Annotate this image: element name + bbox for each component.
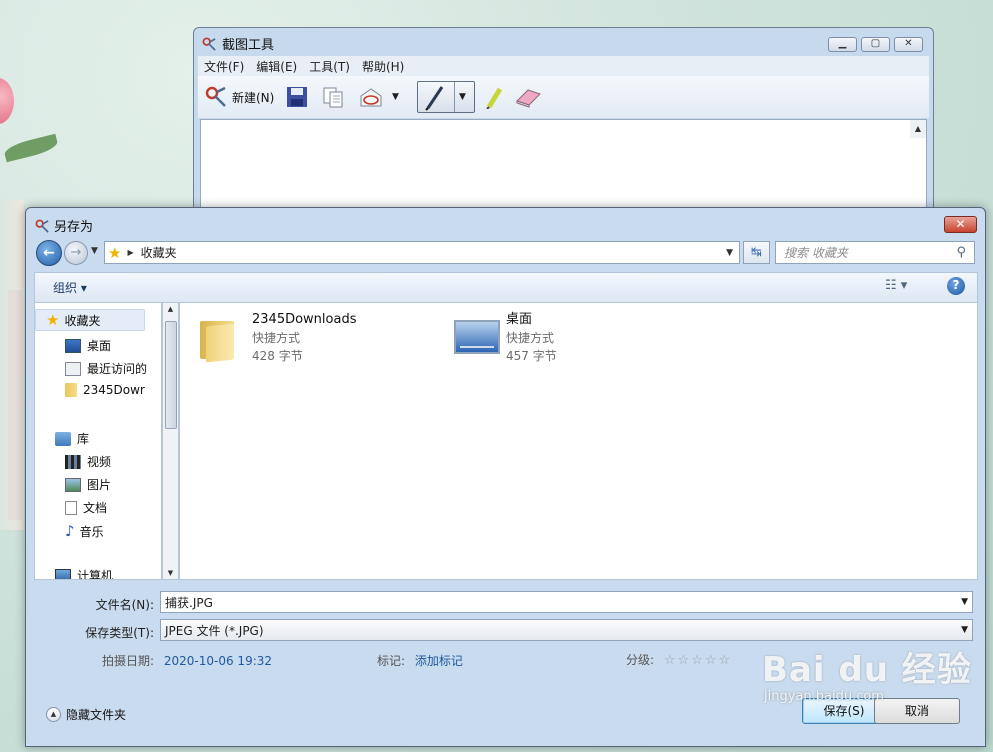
recent-places-icon <box>65 361 81 376</box>
menu-tools[interactable]: 工具(T) <box>303 56 356 77</box>
scroll-up-arrow[interactable]: ▲ <box>910 120 926 138</box>
dialog-title: 另存为 <box>35 216 93 235</box>
pen-button[interactable]: ▼ <box>417 81 475 113</box>
scissors-icon <box>202 37 216 51</box>
recent-locations-dropdown[interactable]: ▼ <box>91 246 98 256</box>
breadcrumb-arrow-icon[interactable]: ▶ <box>127 248 133 257</box>
nav-scrollbar[interactable]: ▲ ▼ <box>162 302 179 580</box>
nav-desktop[interactable]: 桌面 <box>65 337 111 354</box>
highlighter-button[interactable] <box>484 84 506 110</box>
close-button[interactable]: ✕ <box>894 37 923 52</box>
video-icon <box>65 454 81 469</box>
organize-button[interactable]: 组织 ▾ <box>53 279 87 296</box>
tags: 标记: 添加标记 <box>377 654 463 668</box>
nav-recent[interactable]: 最近访问的 <box>65 360 147 377</box>
snipping-menubar: 文件(F) 编辑(E) 工具(T) 帮助(H) <box>198 56 929 76</box>
document-icon <box>65 500 77 515</box>
file-item-desktop[interactable]: 桌面 快捷方式 457 字节 <box>454 311 557 365</box>
new-snip-button[interactable]: 新建(N) <box>204 84 274 110</box>
baidu-watermark: Bai du 经验 jingyan.baidu.com <box>762 642 972 704</box>
menu-edit[interactable]: 编辑(E) <box>250 56 303 77</box>
copy-icon <box>323 87 343 108</box>
send-snip-button[interactable]: ▼ <box>358 84 399 110</box>
chevron-up-icon: ▲ <box>46 707 61 722</box>
dialog-close-button[interactable]: ✕ <box>944 216 977 233</box>
folder-icon <box>65 383 77 397</box>
copy-button[interactable] <box>322 84 344 110</box>
floppy-disk-icon <box>287 87 307 107</box>
snipping-toolbar: 新建(N) ▼ ▼ <box>198 76 929 118</box>
file-item-2345downloads[interactable]: 2345Downloads 快捷方式 428 字节 <box>200 311 356 365</box>
snip-canvas[interactable]: ▲ <box>200 119 927 216</box>
command-bar: 组织 ▾ ☷ ▾ ? <box>34 272 978 302</box>
rating: 分级: ☆☆☆☆☆ <box>626 653 733 668</box>
eraser-button[interactable] <box>514 84 542 110</box>
highlighter-icon <box>486 87 503 109</box>
scroll-down-arrow[interactable]: ▼ <box>163 569 178 577</box>
scroll-up-arrow[interactable]: ▲ <box>163 305 178 313</box>
save-snip-button[interactable] <box>286 84 308 110</box>
refresh-button[interactable]: ↹ <box>743 241 770 264</box>
address-bar[interactable]: ★ ▶ 收藏夹 ▼ <box>104 241 740 264</box>
minimize-button[interactable]: ▁ <box>828 37 857 52</box>
nav-favorites[interactable]: ★ 收藏夹 <box>35 309 145 331</box>
star-icon: ★ <box>108 243 122 262</box>
hide-folders-button[interactable]: ▲ 隐藏文件夹 <box>46 706 126 723</box>
star-icon: ★ <box>46 311 60 329</box>
back-button[interactable]: ← <box>36 240 62 266</box>
music-icon: ♪ <box>65 522 75 540</box>
eraser-icon <box>516 89 541 108</box>
chevron-down-icon[interactable]: ▼ <box>961 625 968 635</box>
navigation-pane: ★ 收藏夹 桌面 最近访问的 2345Dowr 库 视频 图片 文档 ♪ 音乐 计算… <box>34 302 162 580</box>
nav-videos[interactable]: 视频 <box>65 453 111 470</box>
filetype-label: 保存类型(T): <box>85 626 154 640</box>
search-input[interactable]: 搜索 收藏夹 ⚲ <box>775 241 975 264</box>
view-options-button[interactable]: ☷ ▾ <box>885 278 907 293</box>
picture-icon <box>65 477 81 492</box>
nav-2345downloads[interactable]: 2345Dowr <box>65 383 145 397</box>
search-icon[interactable]: ⚲ <box>956 245 966 260</box>
scrollbar-thumb[interactable] <box>165 321 177 429</box>
snipping-tool-title: 截图工具 <box>202 34 274 53</box>
filename-field[interactable]: 捕获.JPG ▼ <box>160 591 973 613</box>
filetype-select[interactable]: JPEG 文件 (*.JPG) ▼ <box>160 619 973 641</box>
pen-icon <box>425 86 444 111</box>
send-email-icon <box>360 88 382 107</box>
computer-icon <box>55 568 71 579</box>
scissors-icon <box>205 86 226 107</box>
maximize-button[interactable]: ▢ <box>861 37 890 52</box>
chevron-down-icon[interactable]: ▼ <box>961 597 968 607</box>
nav-music[interactable]: ♪ 音乐 <box>65 522 104 540</box>
date-taken: 拍摄日期: 2020-10-06 19:32 <box>102 654 273 668</box>
nav-computer[interactable]: 计算机 <box>55 567 113 579</box>
help-icon[interactable]: ? <box>947 277 965 295</box>
menu-file[interactable]: 文件(F) <box>198 56 250 77</box>
add-tag-link[interactable]: 添加标记 <box>415 654 463 668</box>
breadcrumb-favorites[interactable]: 收藏夹 <box>141 244 177 261</box>
file-list: 2345Downloads 快捷方式 428 字节 桌面 快捷方式 457 字节 <box>179 302 978 580</box>
watermark-brand: Bai du 经验 <box>762 650 972 690</box>
desktop-icon <box>454 320 500 358</box>
nav-documents[interactable]: 文档 <box>65 499 107 516</box>
desktop-icon <box>65 338 81 353</box>
nav-pictures[interactable]: 图片 <box>65 476 111 493</box>
snipping-tool-window: 截图工具 ▁ ▢ ✕ 文件(F) 编辑(E) 工具(T) 帮助(H) 新建(N) ▼ … <box>193 27 934 217</box>
library-icon <box>55 431 71 446</box>
nav-libraries[interactable]: 库 <box>55 430 89 447</box>
chevron-down-icon[interactable]: ▼ <box>726 248 733 258</box>
scissors-icon <box>35 219 49 233</box>
menu-help[interactable]: 帮助(H) <box>356 56 410 77</box>
filename-label: 文件名(N): <box>95 598 154 612</box>
folder-icon <box>200 317 238 363</box>
wallpaper-stripe <box>8 290 22 520</box>
rating-stars[interactable]: ☆☆☆☆☆ <box>664 653 732 668</box>
forward-button[interactable]: → <box>64 241 88 265</box>
watermark-url: jingyan.baidu.com <box>764 689 884 704</box>
chevron-down-icon[interactable]: ▼ <box>392 92 399 102</box>
chevron-down-icon[interactable]: ▼ <box>454 82 470 112</box>
